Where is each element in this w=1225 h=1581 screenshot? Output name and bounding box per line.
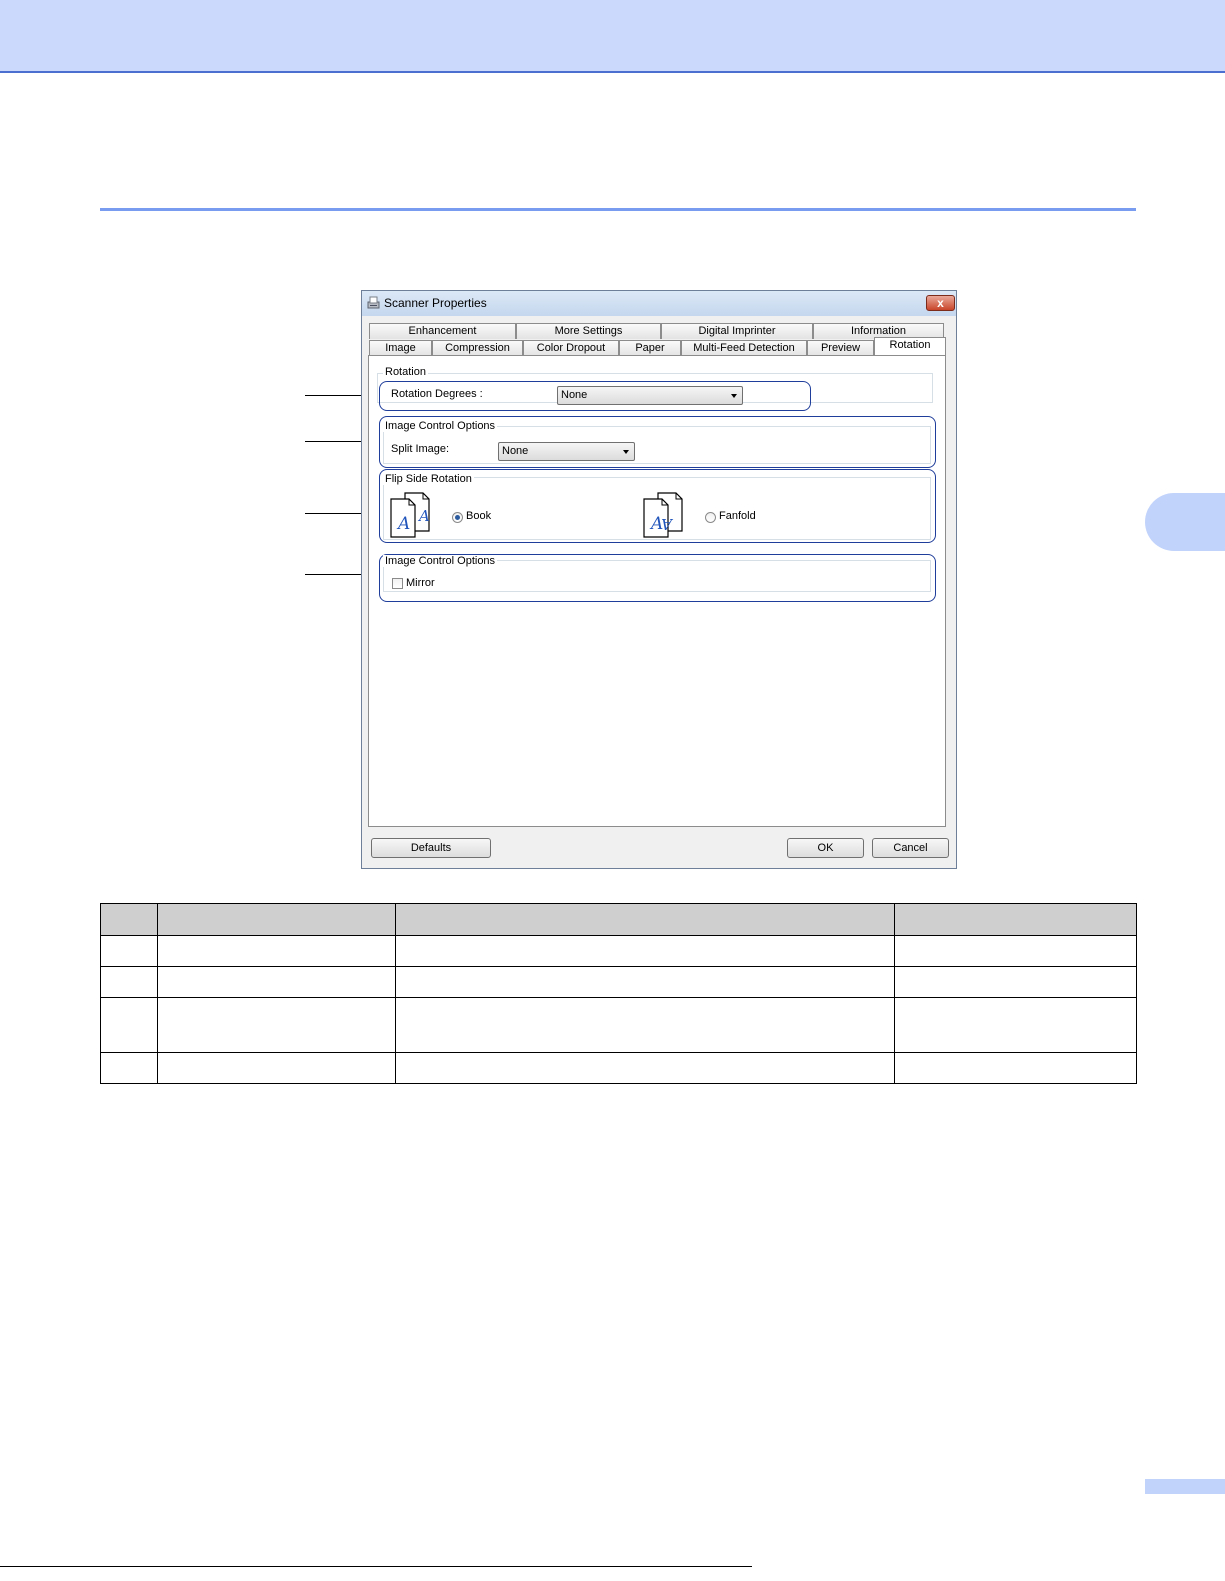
tab-preview[interactable]: Preview	[807, 340, 874, 356]
table-header-row	[100, 903, 1137, 936]
mirror-checkbox[interactable]	[392, 578, 403, 589]
scanner-app-icon	[367, 296, 380, 309]
table-cell	[894, 966, 1137, 998]
flip-side-rotation-legend: Flip Side Rotation	[383, 473, 474, 485]
table-header-cell	[894, 903, 1137, 936]
book-radio[interactable]	[452, 512, 463, 523]
rotation-degrees-label: Rotation Degrees :	[391, 388, 483, 400]
scanner-properties-dialog: Scanner Properties x Enhancement More Se…	[361, 290, 957, 869]
table-cell	[395, 935, 895, 967]
close-icon: x	[937, 296, 944, 310]
svg-text:A: A	[661, 515, 674, 533]
ok-button[interactable]: OK	[787, 838, 864, 858]
svg-text:A: A	[417, 507, 430, 525]
tab-image[interactable]: Image	[369, 340, 432, 356]
rotation-degrees-value: None	[561, 389, 588, 401]
tab-paper[interactable]: Paper	[619, 340, 681, 356]
tab-color-dropout[interactable]: Color Dropout	[523, 340, 619, 356]
table-cell	[894, 1052, 1137, 1084]
close-button[interactable]: x	[926, 295, 955, 311]
page-number-tab	[1145, 1479, 1225, 1494]
table-header-cell	[395, 903, 895, 936]
rotation-group-legend: Rotation	[383, 366, 428, 378]
table-cell	[100, 966, 158, 998]
book-pages-icon: A A	[390, 492, 430, 538]
fanfold-radio[interactable]	[705, 512, 716, 523]
table-cell	[157, 997, 396, 1053]
defaults-button[interactable]: Defaults	[371, 838, 491, 858]
table-header-cell	[157, 903, 396, 936]
table-row	[100, 935, 1137, 967]
svg-text:A: A	[649, 514, 663, 534]
mirror-group-legend: Image Control Options	[383, 555, 498, 567]
section-title-rule	[100, 208, 1136, 211]
settings-table	[100, 903, 1137, 1084]
table-cell	[395, 1052, 895, 1084]
rotation-tab-panel: Rotation Rotation Degrees : None Image C…	[368, 355, 946, 827]
fanfold-label: Fanfold	[719, 510, 756, 522]
dialog-title: Scanner Properties	[384, 296, 487, 310]
split-image-value: None	[502, 445, 529, 457]
fanfold-pages-icon: A A	[643, 492, 683, 538]
split-image-label: Split Image:	[391, 443, 450, 455]
radio-selected-dot	[455, 515, 460, 520]
page-header-band	[0, 0, 1225, 73]
table-cell	[395, 966, 895, 998]
mirror-label: Mirror	[406, 577, 435, 589]
split-image-group-legend: Image Control Options	[383, 420, 498, 432]
tab-rotation[interactable]: Rotation	[874, 337, 946, 356]
table-row	[100, 1052, 1137, 1084]
svg-text:A: A	[396, 514, 410, 534]
table-row	[100, 997, 1137, 1053]
table-cell	[894, 997, 1137, 1053]
table-header-cell	[100, 903, 158, 936]
chevron-down-icon	[731, 394, 737, 398]
table-cell	[157, 1052, 396, 1084]
tab-multi-feed-detection[interactable]: Multi-Feed Detection	[681, 340, 807, 356]
table-cell	[100, 935, 158, 967]
rotation-degrees-select[interactable]: None	[557, 386, 743, 405]
table-cell	[157, 935, 396, 967]
table-cell	[395, 997, 895, 1053]
book-label: Book	[466, 510, 492, 522]
tab-enhancement[interactable]: Enhancement	[369, 323, 516, 339]
table-cell	[894, 935, 1137, 967]
footer-rule	[0, 1566, 752, 1567]
tab-more-settings[interactable]: More Settings	[516, 323, 661, 339]
table-cell	[100, 1052, 158, 1084]
cancel-button[interactable]: Cancel	[872, 838, 949, 858]
chapter-side-tab	[1145, 493, 1225, 551]
table-cell	[157, 966, 396, 998]
dialog-titlebar[interactable]: Scanner Properties x	[362, 291, 956, 316]
table-row	[100, 966, 1137, 998]
split-image-select[interactable]: None	[498, 442, 635, 461]
table-cell	[100, 997, 158, 1053]
tab-digital-imprinter[interactable]: Digital Imprinter	[661, 323, 813, 339]
tab-compression[interactable]: Compression	[432, 340, 523, 356]
chevron-down-icon	[623, 450, 629, 454]
